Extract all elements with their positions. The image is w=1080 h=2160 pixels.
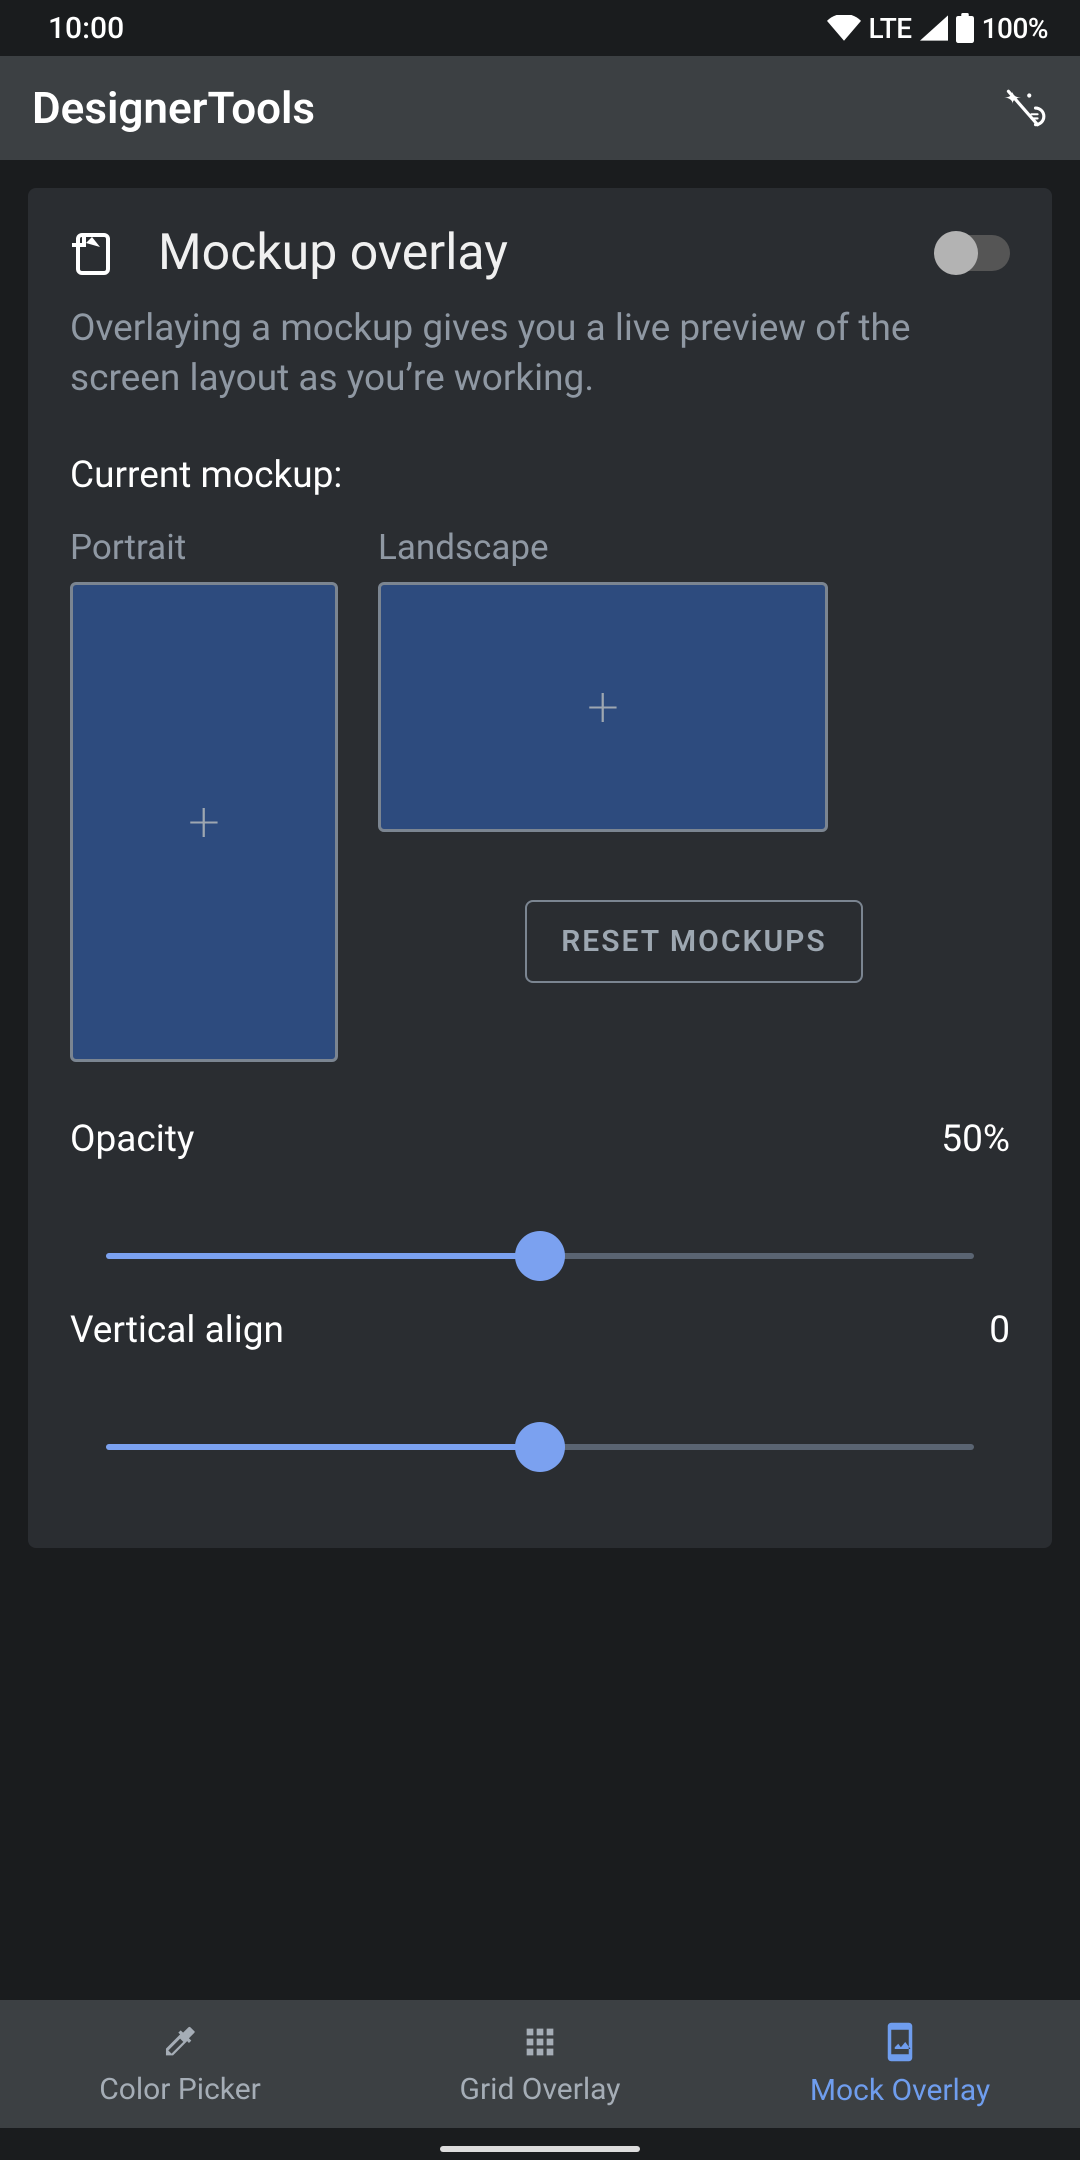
status-indicators: LTE 100% bbox=[827, 12, 1048, 45]
content-area: Mockup overlay Overlaying a mockup gives… bbox=[0, 160, 1080, 1548]
landscape-label: Landscape bbox=[378, 527, 549, 568]
nav-color-picker[interactable]: Color Picker bbox=[0, 2000, 360, 2128]
app-bar: DesignerTools bbox=[0, 56, 1080, 160]
mockup-overlay-toggle[interactable] bbox=[938, 235, 1010, 271]
card-title: Mockup overlay bbox=[158, 224, 898, 282]
signal-icon bbox=[920, 15, 948, 41]
plus-icon: + bbox=[587, 674, 619, 740]
device-image-icon bbox=[879, 2021, 921, 2063]
card-description: Overlaying a mockup gives you a live pre… bbox=[70, 304, 1010, 404]
nav-label: Grid Overlay bbox=[460, 2072, 621, 2107]
mockup-overlay-card: Mockup overlay Overlaying a mockup gives… bbox=[28, 188, 1052, 1548]
mockup-icon bbox=[70, 229, 118, 277]
reset-mockups-button[interactable]: RESET MOCKUPS bbox=[525, 900, 862, 983]
portrait-column: Portrait + bbox=[70, 527, 338, 1062]
portrait-label: Portrait bbox=[70, 527, 338, 568]
grid-icon bbox=[520, 2022, 560, 2062]
current-mockup-label: Current mockup: bbox=[70, 454, 1010, 497]
app-title: DesignerTools bbox=[32, 82, 315, 134]
landscape-column: Landscape + RESET MOCKUPS bbox=[378, 527, 1010, 1062]
valign-slider[interactable] bbox=[106, 1444, 974, 1450]
toggle-thumb bbox=[934, 231, 978, 275]
nav-label: Mock Overlay bbox=[810, 2073, 990, 2108]
valign-value: 0 bbox=[989, 1309, 1010, 1352]
eyedropper-icon bbox=[160, 2022, 200, 2062]
slider-thumb bbox=[515, 1422, 565, 1472]
opacity-label: Opacity bbox=[70, 1118, 194, 1161]
card-header: Mockup overlay bbox=[70, 224, 1010, 282]
opacity-row: Opacity 50% bbox=[70, 1118, 1010, 1161]
opacity-value: 50% bbox=[941, 1118, 1010, 1161]
bottom-nav: Color Picker Grid Overlay Mock Overlay bbox=[0, 2000, 1080, 2128]
wifi-icon bbox=[827, 15, 861, 41]
mockup-row: Portrait + Landscape + RESET MOCKUPS bbox=[70, 527, 1010, 1062]
status-bar: 10:00 LTE 100% bbox=[0, 0, 1080, 56]
gesture-handle[interactable] bbox=[440, 2146, 640, 2152]
theme-toggle-button[interactable] bbox=[998, 83, 1048, 133]
nav-label: Color Picker bbox=[99, 2072, 261, 2107]
slider-fill bbox=[106, 1253, 540, 1259]
battery-icon bbox=[956, 13, 974, 43]
slider-thumb bbox=[515, 1231, 565, 1281]
status-time: 10:00 bbox=[48, 11, 124, 46]
portrait-mockup-add[interactable]: + bbox=[70, 582, 338, 1062]
valign-section: Vertical align 0 bbox=[70, 1309, 1010, 1450]
nav-mock-overlay[interactable]: Mock Overlay bbox=[720, 2000, 1080, 2128]
valign-row: Vertical align 0 bbox=[70, 1309, 1010, 1352]
nav-grid-overlay[interactable]: Grid Overlay bbox=[360, 2000, 720, 2128]
opacity-section: Opacity 50% bbox=[70, 1118, 1010, 1259]
battery-percent: 100% bbox=[982, 12, 1048, 45]
landscape-mockup-add[interactable]: + bbox=[378, 582, 828, 832]
network-type: LTE bbox=[869, 12, 912, 45]
slider-fill bbox=[106, 1444, 540, 1450]
plus-icon: + bbox=[188, 789, 220, 855]
valign-label: Vertical align bbox=[70, 1309, 284, 1352]
opacity-slider[interactable] bbox=[106, 1253, 974, 1259]
magic-wand-icon bbox=[998, 83, 1048, 133]
